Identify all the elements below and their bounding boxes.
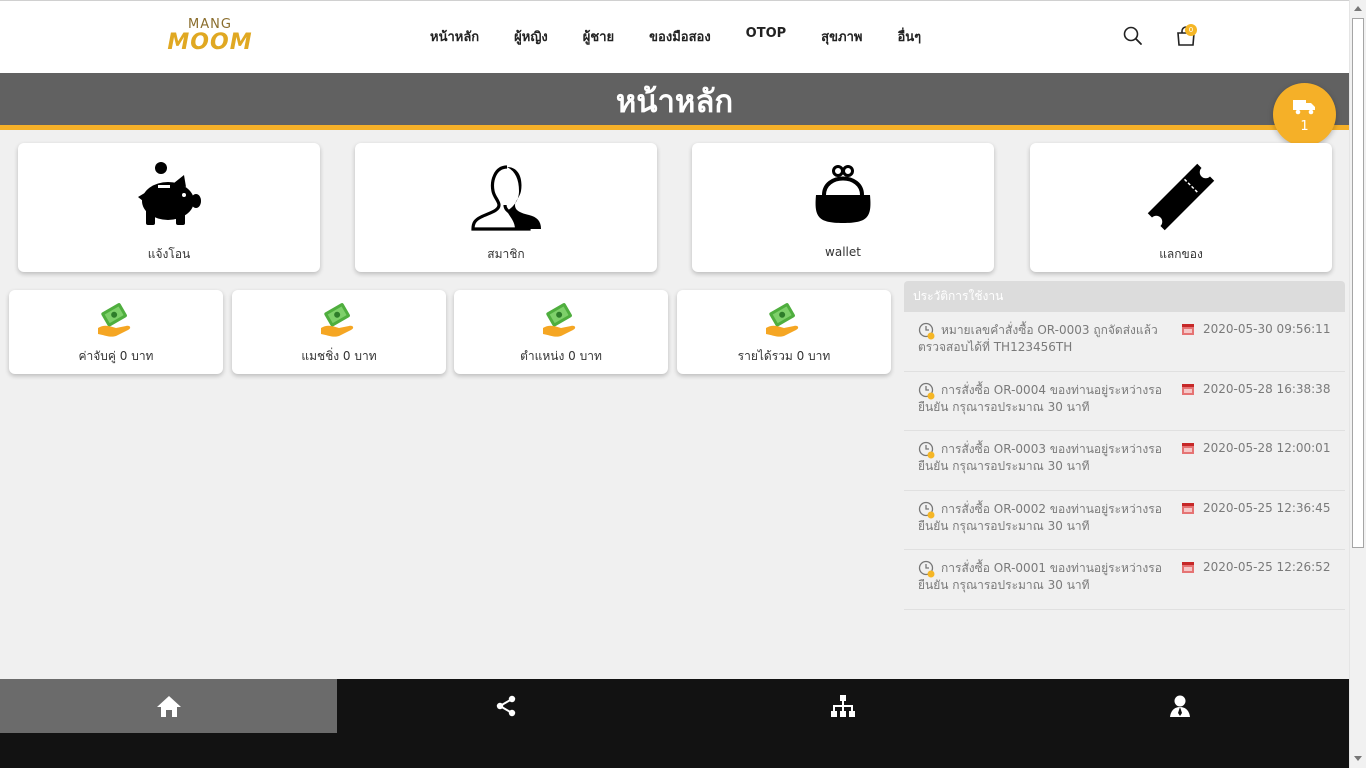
- history-item[interactable]: การสั่งซื้อ OR-0003 ของท่านอยู่ระหว่างรอ…: [904, 431, 1345, 491]
- nav-item-home[interactable]: หน้าหลัก: [430, 26, 479, 47]
- brand-logo[interactable]: MANG MOOM: [160, 15, 260, 57]
- bottom-nav-share[interactable]: [337, 679, 674, 733]
- nav-item-others[interactable]: อื่นๆ: [897, 26, 921, 47]
- history-item[interactable]: การสั่งซื้อ OR-0002 ของท่านอยู่ระหว่างรอ…: [904, 491, 1345, 550]
- card-label: สมาชิก: [487, 247, 525, 261]
- main-nav: หน้าหลัก ผู้หญิง ผู้ชาย ของมือสอง OTOP ส…: [430, 26, 956, 47]
- history-text: การสั่งซื้อ OR-0004 ของท่านอยู่ระหว่างรอ…: [918, 382, 1162, 414]
- logo-main-text: MOOM: [167, 30, 253, 55]
- bottom-nav-home[interactable]: [0, 679, 337, 733]
- delivery-count: 1: [1300, 119, 1309, 134]
- nav-item-second-hand[interactable]: ของมือสอง: [649, 26, 711, 47]
- bottom-nav-bar: [0, 679, 1349, 768]
- wallet-icon: [815, 165, 871, 223]
- card-label: แจ้งโอน: [147, 247, 191, 261]
- nav-item-men[interactable]: ผู้ชาย: [583, 26, 614, 47]
- history-date: 2020-05-28 12:00:01: [1203, 441, 1331, 455]
- activity-history-panel: ประวัติการใช้งาน หมายเลขคำสั่งซื้อ OR-00…: [904, 281, 1345, 610]
- history-text: การสั่งซื้อ OR-0002 ของท่านอยู่ระหว่างรอ…: [918, 501, 1162, 533]
- history-date: 2020-05-25 12:26:52: [1203, 560, 1331, 574]
- card-label: ค่าจับคู่ 0 บาท: [78, 349, 154, 363]
- calendar-icon: [1182, 562, 1194, 573]
- card-matching-bonus[interactable]: แมชชิ่ง 0 บาท: [232, 290, 446, 374]
- page-title-bar: หน้าหลัก: [0, 73, 1349, 130]
- home-icon: [156, 696, 181, 717]
- history-item[interactable]: หมายเลขคำสั่งซื้อ OR-0003 ถูกจัดส่งแล้วต…: [904, 312, 1345, 372]
- card-total-income[interactable]: รายได้รวม 0 บาท: [677, 290, 891, 374]
- calendar-icon: [1182, 443, 1194, 454]
- scroll-up-arrow[interactable]: [1354, 6, 1362, 11]
- page-scrollbar[interactable]: [1349, 0, 1366, 768]
- history-text: หมายเลขคำสั่งซื้อ OR-0003 ถูกจัดส่งแล้วต…: [918, 323, 1158, 354]
- scrollbar-thumb[interactable]: [1352, 18, 1364, 548]
- history-date: 2020-05-28 16:38:38: [1203, 381, 1331, 396]
- bottom-nav-network[interactable]: [674, 679, 1011, 733]
- card-label: รายได้รวม 0 บาท: [737, 349, 831, 363]
- top-header: MANG MOOM หน้าหลัก ผู้หญิง ผู้ชาย ของมือ…: [0, 0, 1349, 73]
- history-item[interactable]: การสั่งซื้อ OR-0004 ของท่านอยู่ระหว่างรอ…: [904, 372, 1345, 431]
- delivery-status-button[interactable]: 1: [1273, 83, 1336, 146]
- calendar-icon: [1182, 324, 1194, 335]
- card-label: แมชชิ่ง 0 บาท: [301, 349, 377, 363]
- card-pair-bonus[interactable]: ค่าจับคู่ 0 บาท: [9, 290, 223, 374]
- money-hand-icon: [98, 303, 131, 337]
- users-icon: [471, 165, 541, 231]
- card-wallet[interactable]: wallet: [692, 143, 994, 272]
- share-icon: [496, 695, 515, 717]
- money-hand-icon: [543, 303, 576, 337]
- truck-icon: [1293, 100, 1315, 115]
- sitemap-icon: [830, 695, 855, 717]
- cart-count-badge: 0: [1185, 24, 1197, 36]
- nav-item-women[interactable]: ผู้หญิง: [514, 26, 548, 47]
- card-position-bonus[interactable]: ตำแหน่ง 0 บาท: [454, 290, 668, 374]
- card-label: wallet: [825, 245, 861, 259]
- bottom-nav-profile[interactable]: [1011, 679, 1348, 733]
- history-date: 2020-05-30 09:56:11: [1203, 322, 1331, 336]
- history-text: การสั่งซื้อ OR-0003 ของท่านอยู่ระหว่างรอ…: [918, 442, 1162, 473]
- card-members[interactable]: สมาชิก: [355, 143, 657, 272]
- search-icon[interactable]: [1122, 25, 1144, 47]
- calendar-icon: [1182, 502, 1194, 514]
- card-redeem[interactable]: แลกของ: [1030, 143, 1332, 272]
- history-text: การสั่งซื้อ OR-0001 ของท่านอยู่ระหว่างรอ…: [918, 561, 1162, 592]
- card-label: แลกของ: [1159, 247, 1203, 261]
- piggy-bank-icon: [138, 162, 201, 225]
- money-hand-icon: [321, 303, 354, 337]
- page-title: หน้าหลัก: [615, 84, 734, 120]
- nav-item-health[interactable]: สุขภาพ: [821, 26, 862, 47]
- calendar-icon: [1182, 383, 1194, 395]
- history-title: ประวัติการใช้งาน: [904, 281, 1345, 312]
- card-label: ตำแหน่ง 0 บาท: [520, 349, 602, 363]
- card-transfer-notice[interactable]: แจ้งโอน: [18, 143, 320, 272]
- money-hand-icon: [766, 303, 799, 337]
- scroll-down-arrow[interactable]: [1354, 756, 1362, 761]
- ticket-icon: [1147, 163, 1215, 231]
- history-item[interactable]: การสั่งซื้อ OR-0001 ของท่านอยู่ระหว่างรอ…: [904, 550, 1345, 610]
- user-icon: [1169, 695, 1190, 717]
- history-date: 2020-05-25 12:36:45: [1203, 500, 1331, 515]
- nav-item-otop[interactable]: OTOP: [746, 26, 787, 47]
